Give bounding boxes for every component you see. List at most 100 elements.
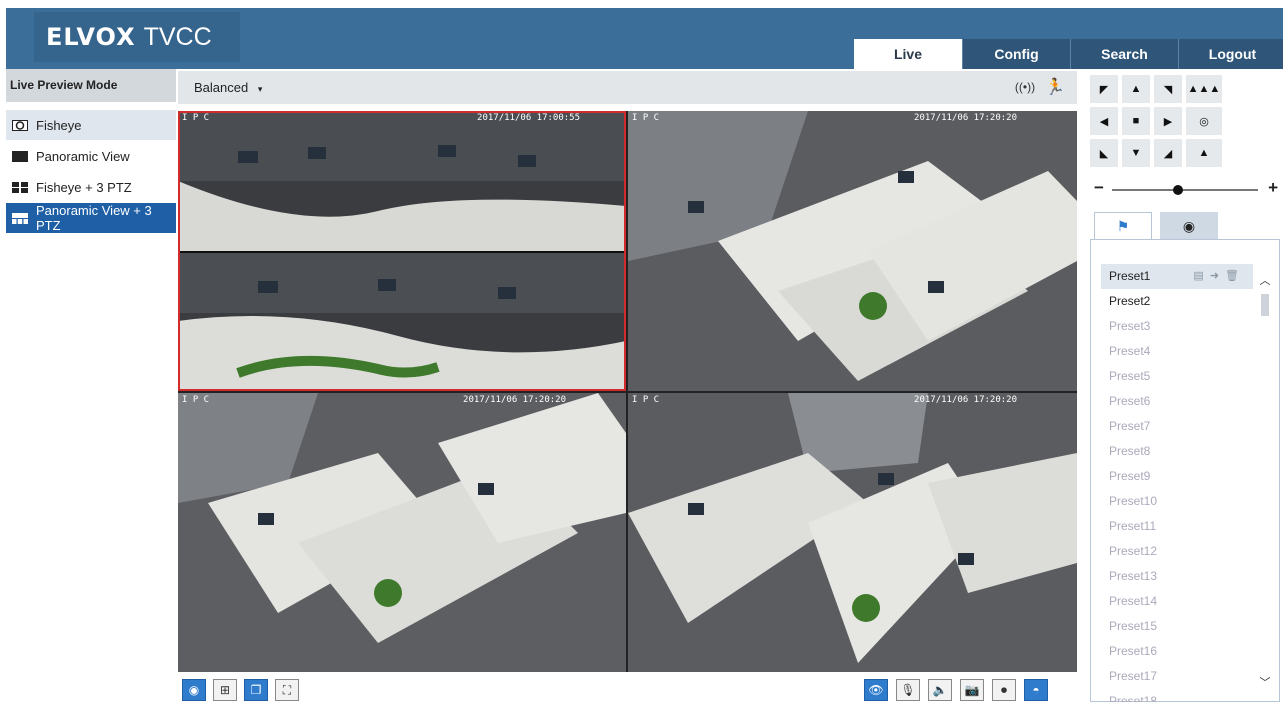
scroll-up-icon[interactable]: ︿	[1259, 272, 1271, 288]
video-pane-4[interactable]: I P C 2017/11/06 17:20:20	[628, 393, 1077, 672]
preset-item[interactable]: Preset3	[1101, 314, 1253, 339]
ptz-up-button[interactable]: ▲	[1122, 75, 1150, 103]
fullscreen-button[interactable]: ⛶	[275, 679, 299, 701]
scroll-down-icon[interactable]: ﹀	[1259, 674, 1271, 690]
osd-camera-label: I P C	[182, 113, 210, 123]
preset-label: Preset7	[1109, 419, 1151, 433]
alarm-output-icon[interactable]: ((•))	[1015, 77, 1035, 97]
preset-item[interactable]: Preset12	[1101, 539, 1253, 564]
cruise-icon: ◉	[1182, 217, 1196, 234]
sidebar-item-panoramic-3ptz[interactable]: Panoramic View + 3 PTZ	[6, 203, 176, 233]
tree-icon: ▲	[1198, 147, 1210, 159]
preset-item[interactable]: Preset11	[1101, 514, 1253, 539]
zoom-minus-button[interactable]: −	[1094, 178, 1104, 198]
preset-item[interactable]: Preset16	[1101, 639, 1253, 664]
tab-search[interactable]: Search	[1070, 39, 1178, 69]
original-size-button[interactable]: ⊞	[213, 679, 237, 701]
toolbar-icons: ((•)) 🏃	[1015, 77, 1065, 97]
zoom-in-tree-button[interactable]: ▲	[1186, 139, 1222, 167]
layout-controls: ◉ ⊞ ❐ ⛶	[182, 679, 299, 701]
record-button[interactable]: ⏺	[992, 679, 1016, 701]
preset-item[interactable]: Preset10	[1101, 489, 1253, 514]
arrow-up-icon: ▲	[1130, 83, 1142, 95]
preset-item[interactable]: Preset9	[1101, 464, 1253, 489]
tab-cruise[interactable]: ◉	[1160, 212, 1218, 240]
preset-item[interactable]: Preset1 ▤➜🗑	[1101, 264, 1253, 289]
flag-icon: ⚑	[1116, 218, 1130, 234]
tab-presets[interactable]: ⚑	[1094, 212, 1152, 240]
fullscreen-icon: ⛶	[282, 682, 292, 697]
preset-scrollbar[interactable]: ︿ ﹀	[1259, 264, 1271, 694]
video-pane-2[interactable]: I P C 2017/11/06 17:20:20	[628, 111, 1077, 391]
preset-label: Preset18	[1109, 694, 1158, 702]
snapshot-button[interactable]: 📷	[960, 679, 984, 701]
osd-camera-label: I P C	[182, 395, 210, 405]
fisheye-mount-button[interactable]: ◉	[182, 679, 206, 701]
zoom-out-trees-button[interactable]: ▲▲▲	[1186, 75, 1222, 103]
original-size-icon: ⊞	[219, 683, 231, 697]
sidebar-item-panoramic-view[interactable]: Panoramic View	[6, 141, 176, 171]
tab-logout[interactable]: Logout	[1178, 39, 1283, 69]
preset-item[interactable]: Preset5	[1101, 364, 1253, 389]
preset-label: Preset5	[1109, 369, 1151, 383]
arrow-down-icon: ▼	[1130, 147, 1142, 159]
sidebar-item-fisheye-3ptz[interactable]: Fisheye + 3 PTZ	[6, 172, 176, 202]
video-pane-3[interactable]: I P C 2017/11/06 17:20:20	[178, 393, 626, 672]
fisheye-3ptz-icon	[12, 181, 28, 193]
preset-item[interactable]: Preset17	[1101, 664, 1253, 689]
ptz-video-frame	[628, 111, 1077, 391]
video-pane-1[interactable]: I P C 2017/11/06 17:00:55	[178, 111, 626, 391]
preset-label: Preset6	[1109, 394, 1151, 408]
ptz-down-left-button[interactable]: ◣	[1090, 139, 1118, 167]
osd-camera-label: I P C	[632, 113, 660, 123]
preset-item[interactable]: Preset13	[1101, 564, 1253, 589]
window-mode-button[interactable]: ❐	[244, 679, 268, 701]
preset-item[interactable]: Preset6	[1101, 389, 1253, 414]
zoom-button[interactable]: ◓	[1024, 679, 1048, 701]
preset-item[interactable]: Preset7	[1101, 414, 1253, 439]
preset-label: Preset13	[1109, 569, 1158, 583]
ptz-up-left-button[interactable]: ◤	[1090, 75, 1118, 103]
zoom-knob[interactable]	[1172, 185, 1183, 195]
zoom-track[interactable]	[1112, 189, 1258, 191]
ptz-right-button[interactable]: ▶	[1154, 107, 1182, 135]
preset-item[interactable]: Preset15	[1101, 614, 1253, 639]
tab-config[interactable]: Config	[962, 39, 1070, 69]
delete-preset-icon[interactable]: 🗑	[1225, 270, 1245, 282]
ptz-down-button[interactable]: ▼	[1122, 139, 1150, 167]
arrow-down-right-icon: ◢	[1163, 147, 1173, 160]
goto-preset-icon[interactable]: ➜	[1210, 270, 1225, 282]
stream-mode-dropdown[interactable]: Balanced ▾	[194, 71, 262, 104]
preview-mode-list: Fisheye Panoramic View Fisheye + 3 PTZ P…	[6, 110, 176, 233]
save-preset-icon[interactable]: ▤	[1193, 270, 1209, 282]
sidebar-item-label: Fisheye	[36, 117, 82, 133]
speaker-icon: 🔈	[932, 683, 948, 697]
sidebar-title: Live Preview Mode	[6, 69, 176, 102]
sidebar: Live Preview Mode Fisheye Panoramic View…	[6, 69, 176, 702]
osd-timestamp: 2017/11/06 17:20:20	[914, 395, 1017, 405]
focus-button[interactable]: ◎	[1186, 107, 1222, 135]
preset-item[interactable]: Preset2	[1101, 289, 1253, 314]
preset-item[interactable]: Preset8	[1101, 439, 1253, 464]
ptz-up-right-button[interactable]: ◥	[1154, 75, 1182, 103]
trees-icon: ▲▲▲	[1187, 83, 1221, 95]
audio-button[interactable]: 🔈	[928, 679, 952, 701]
sidebar-item-fisheye[interactable]: Fisheye	[6, 110, 176, 140]
preset-item[interactable]: Preset18	[1101, 689, 1253, 702]
zoom-plus-button[interactable]: +	[1268, 178, 1278, 198]
preset-item[interactable]: Preset14	[1101, 589, 1253, 614]
preset-label: Preset15	[1109, 619, 1158, 633]
preset-label: Preset16	[1109, 644, 1158, 658]
ptz-stop-button[interactable]: ■	[1122, 107, 1150, 135]
motion-detection-icon[interactable]: 🏃	[1045, 77, 1065, 97]
microphone-button[interactable]: 🎙	[896, 679, 920, 701]
preview-button[interactable]: 👁	[864, 679, 888, 701]
preset-item[interactable]: Preset4	[1101, 339, 1253, 364]
preset-label: Preset2	[1109, 294, 1151, 308]
sidebar-item-label: Fisheye + 3 PTZ	[36, 179, 132, 195]
scroll-thumb[interactable]	[1261, 294, 1269, 316]
tab-live[interactable]: Live	[854, 39, 962, 69]
zoom-slider: − +	[1090, 178, 1280, 200]
ptz-left-button[interactable]: ◀	[1090, 107, 1118, 135]
ptz-down-right-button[interactable]: ◢	[1154, 139, 1182, 167]
